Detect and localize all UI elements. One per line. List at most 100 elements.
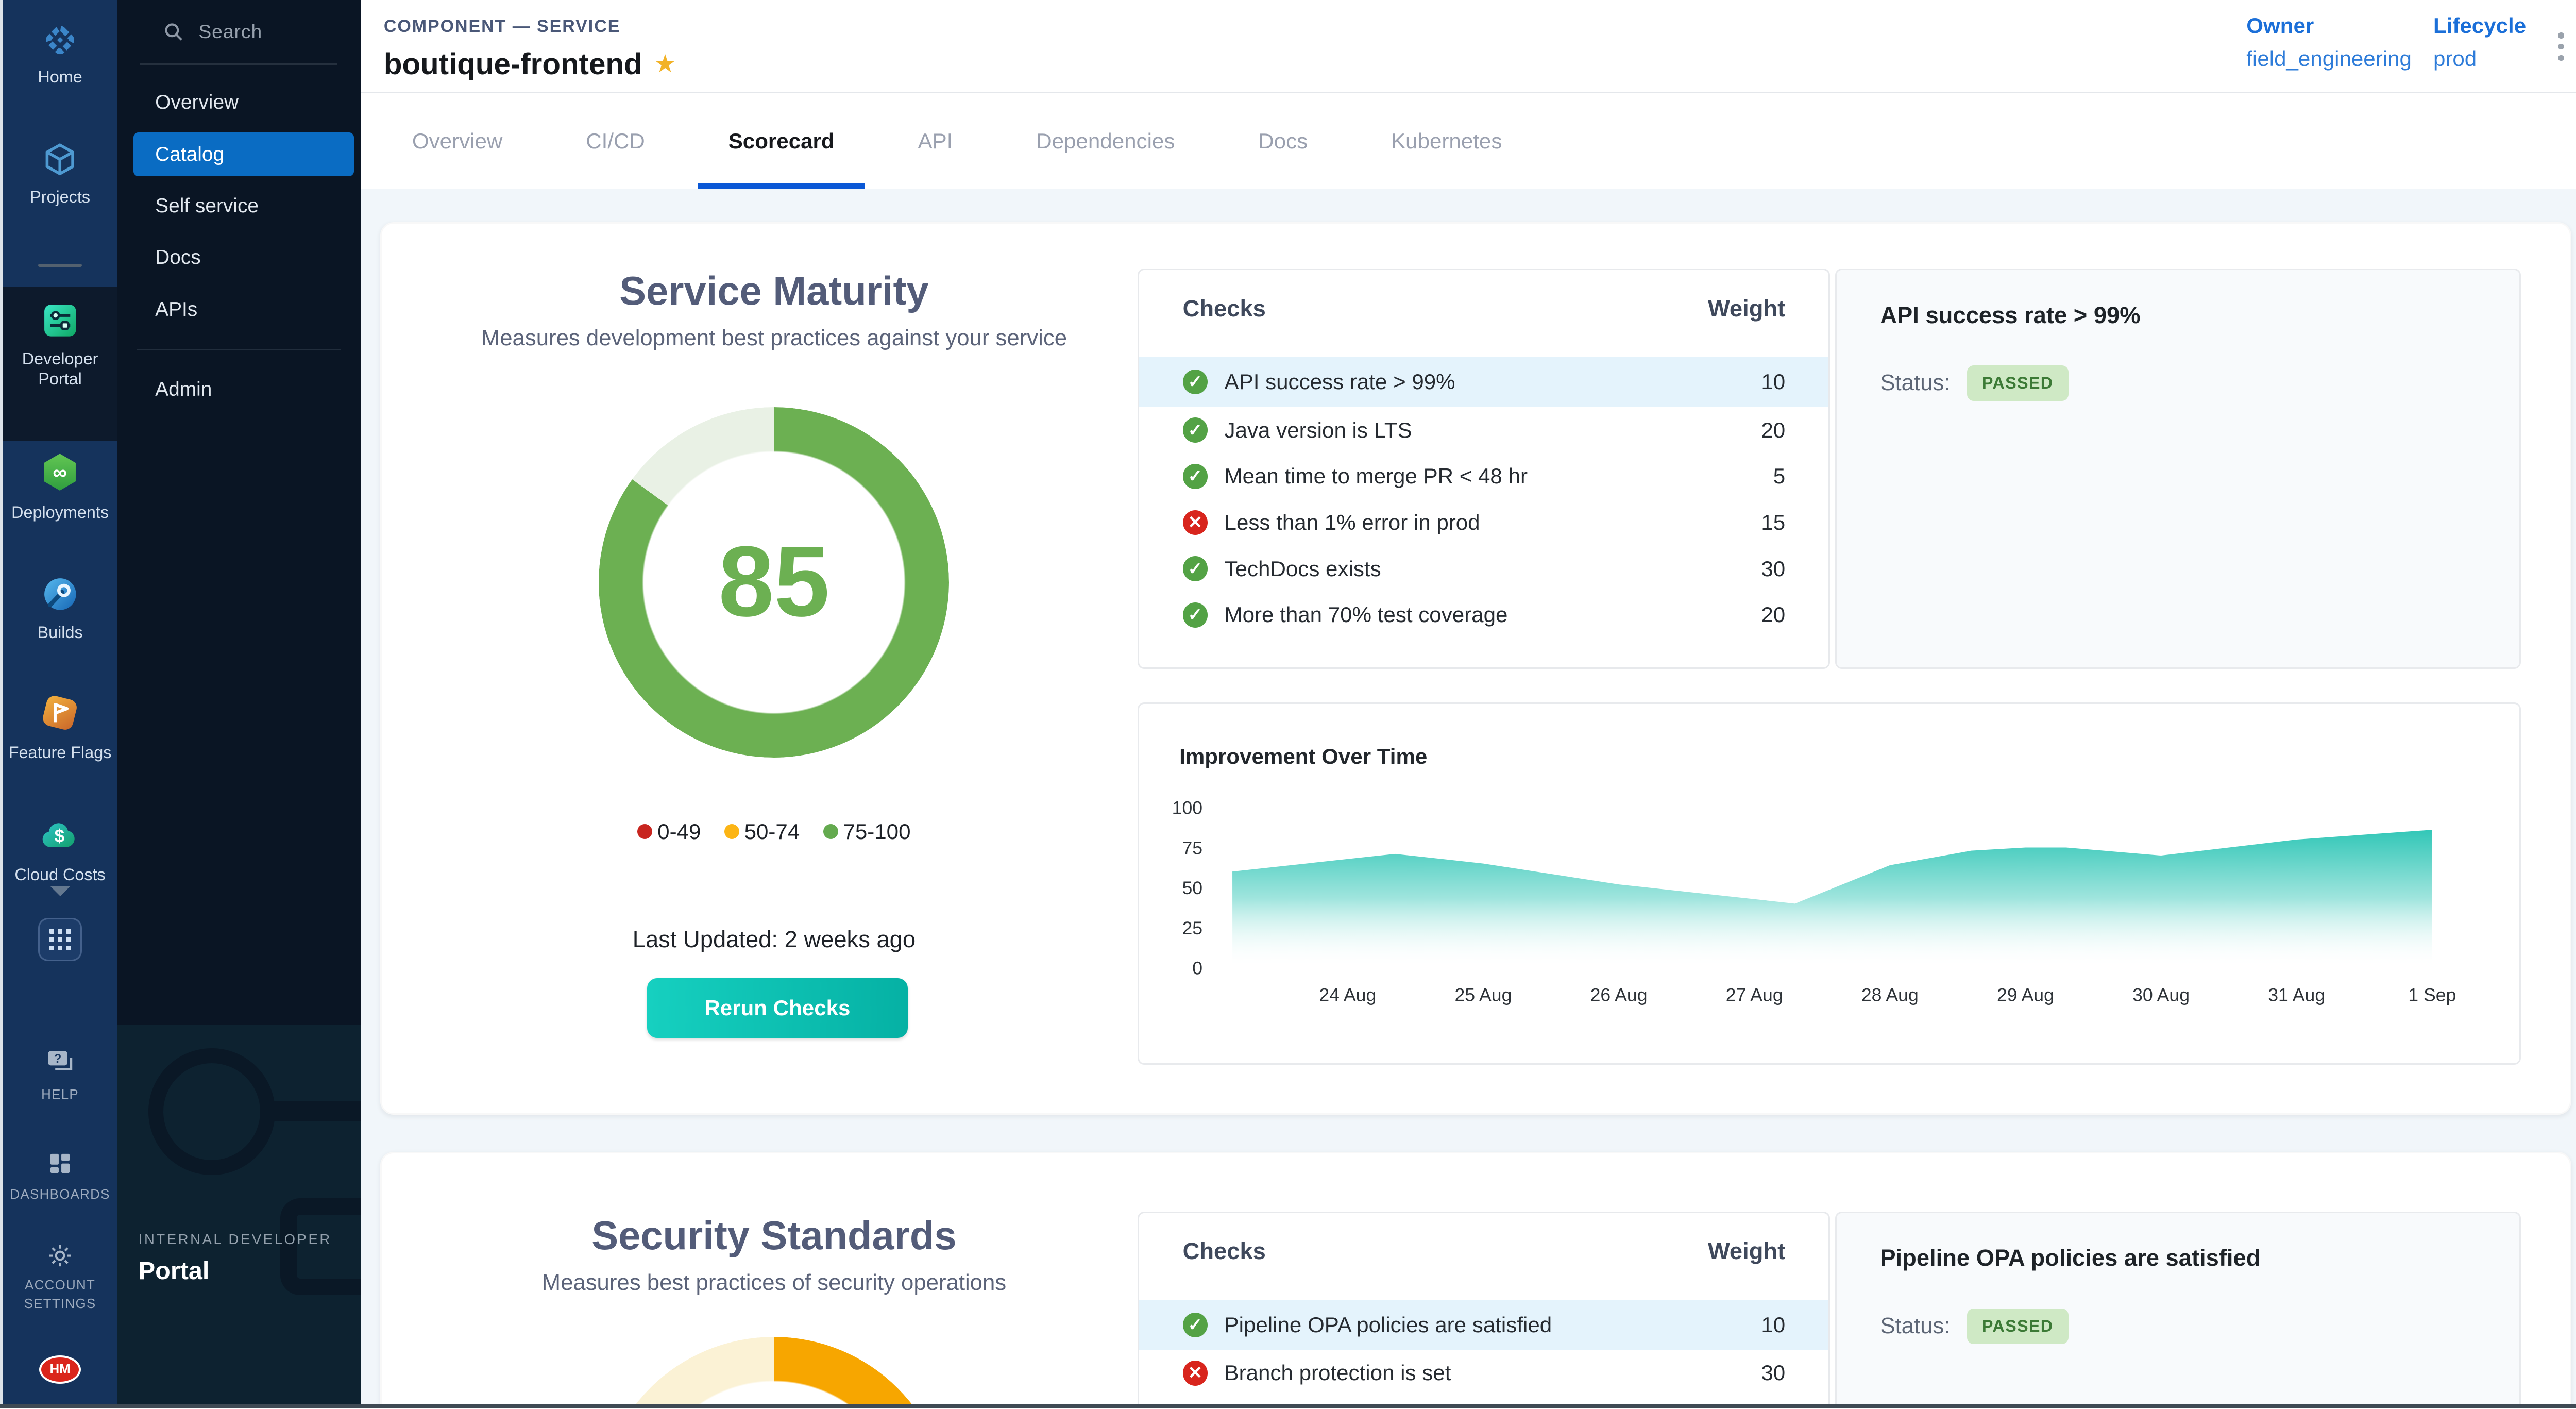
checks-panel: Checks Weight ✓API success rate > 99%10✓… — [1138, 269, 1830, 669]
check-failed-icon: ✕ — [1183, 510, 1208, 535]
feature-flags-icon — [38, 691, 81, 734]
owner-value[interactable]: field_engineering — [2246, 46, 2413, 71]
svg-text:75: 75 — [1182, 838, 1203, 859]
svg-text:100: 100 — [1172, 798, 1202, 818]
rail-label: Deployments — [11, 502, 109, 523]
check-detail-panel: Pipeline OPA policies are satisfied Stat… — [1835, 1212, 2521, 1408]
check-label: TechDocs exists — [1225, 557, 1381, 581]
avatar: HM — [39, 1355, 81, 1384]
check-row[interactable]: ✕Branch protection is set30 — [1139, 1350, 1828, 1396]
rail-expand-chevron[interactable] — [3, 886, 116, 896]
lifecycle-value[interactable]: prod — [2433, 46, 2526, 71]
check-row[interactable]: ✕Less than 1% error in prod15 — [1139, 499, 1828, 546]
sidebar-item-dashboards[interactable]: DASHBOARDS — [3, 1148, 116, 1205]
checks-rows: ✓API success rate > 99%10✓Java version i… — [1139, 357, 1828, 639]
sidebar-item-help[interactable]: ? HELP — [3, 1047, 116, 1105]
rerun-checks-button[interactable]: Rerun Checks — [647, 978, 907, 1038]
check-weight: 30 — [1761, 1361, 1785, 1385]
check-weight: 15 — [1761, 510, 1785, 535]
grid-icon — [38, 918, 81, 961]
section-title: Service Maturity — [382, 269, 1166, 314]
status-label: Status: — [1880, 370, 1950, 396]
improvement-chart-card: Improvement Over Time 025507510024 Aug25… — [1138, 702, 2521, 1065]
more-options-icon[interactable] — [2553, 30, 2569, 63]
search-placeholder: Search — [198, 21, 262, 43]
checks-panel: Checks Weight ✓Pipeline OPA policies are… — [1138, 1212, 1830, 1408]
scorecard-content: Service Maturity Measures development be… — [361, 189, 2576, 1408]
tab-scorecard[interactable]: Scorecard — [698, 93, 864, 189]
svg-text:∞: ∞ — [53, 462, 67, 484]
user-avatar[interactable]: HM — [3, 1355, 116, 1384]
tab-ci-cd[interactable]: CI/CD — [556, 93, 675, 189]
status-label: Status: — [1880, 1313, 1950, 1339]
status-badge: PASSED — [1967, 1309, 2069, 1344]
sidebar-item-projects[interactable]: Projects — [3, 140, 116, 207]
tab-bar: OverviewCI/CDScorecard API DependenciesDoc… — [361, 93, 2576, 189]
favorite-star-icon[interactable]: ★ — [654, 49, 676, 78]
tab-docs[interactable]: Docs — [1228, 93, 1337, 189]
breadcrumb: COMPONENT — SERVICE — [384, 16, 620, 37]
check-passed-icon: ✓ — [1183, 464, 1208, 489]
rail-label: DASHBOARDS — [10, 1185, 110, 1205]
tab-overview[interactable]: Overview — [382, 93, 533, 189]
tab-kubernetes[interactable]: Kubernetes — [1361, 93, 1532, 189]
check-detail-title: API success rate > 99% — [1837, 270, 2519, 329]
sidebar-item-builds[interactable]: Builds — [3, 574, 116, 643]
footer-kicker: INTERNAL DEVELOPER — [139, 1231, 332, 1248]
tab-dependencies[interactable]: Dependencies — [1006, 93, 1205, 189]
sidebar-item-admin[interactable]: Admin — [117, 364, 361, 415]
sidebar-item-self-service[interactable]: Self service — [117, 180, 361, 232]
svg-text:$: $ — [55, 826, 65, 846]
sidebar-item-cloud-costs[interactable]: $ Cloud Costs — [3, 813, 116, 884]
sidebar-item-apis[interactable]: APIs — [117, 284, 361, 336]
sidebar-item-docs[interactable]: Docs — [117, 232, 361, 283]
sidebar-item-account-settings[interactable]: ACCOUNTSETTINGS — [3, 1242, 116, 1313]
divider — [140, 63, 337, 65]
check-row[interactable]: ✓Java version is LTS20 — [1139, 407, 1828, 454]
bottom-edge — [0, 1404, 2576, 1409]
improvement-area-chart: 025507510024 Aug25 Aug26 Aug27 Aug28 Aug… — [1139, 704, 2522, 1066]
sidebar-item-overview[interactable]: Overview — [117, 77, 361, 128]
check-row[interactable]: ✓More than 70% test coverage20 — [1139, 592, 1828, 638]
portal-sidebar: Search OverviewCatalogSelf serviceDocsAP… — [117, 0, 361, 1408]
module-selector-button[interactable] — [3, 918, 116, 961]
rail-label: Feature Flags — [9, 743, 112, 763]
check-weight: 10 — [1761, 1313, 1785, 1337]
weight-column-header: Weight — [1708, 1238, 1785, 1265]
search-input[interactable]: Search — [117, 10, 361, 53]
check-passed-icon: ✓ — [1183, 556, 1208, 581]
checks-column-header: Checks — [1183, 295, 1266, 322]
rail-label: Builds — [37, 623, 82, 643]
sidebar-item-home[interactable]: Home — [3, 22, 116, 87]
check-row[interactable]: ✓TechDocs exists30 — [1139, 546, 1828, 592]
check-row[interactable]: ✓Pipeline OPA policies are satisfied10 — [1139, 1300, 1828, 1350]
section-title: Security Standards — [382, 1213, 1166, 1259]
sidebar-item-developer-portal[interactable]: DeveloperPortal — [3, 300, 116, 389]
deployments-icon: ∞ — [38, 450, 81, 494]
decorative-ring — [148, 1048, 275, 1175]
check-row[interactable]: ✓API success rate > 99%10 — [1139, 357, 1828, 407]
decorative-bar — [264, 1101, 361, 1121]
sidebar-item-deployments[interactable]: ∞ Deployments — [3, 450, 116, 522]
tab-api[interactable]: API — [888, 93, 982, 189]
sidebar-item-catalog[interactable]: Catalog — [133, 132, 353, 176]
lifecycle-block: Lifecycle prod — [2433, 13, 2526, 71]
checks-column-header: Checks — [1183, 1238, 1266, 1265]
projects-cube-icon — [41, 140, 79, 178]
svg-text:30 Aug: 30 Aug — [2133, 985, 2190, 1005]
sidebar-item-feature-flags[interactable]: Feature Flags — [3, 691, 116, 763]
help-chat-icon: ? — [43, 1047, 78, 1079]
svg-text:1 Sep: 1 Sep — [2409, 985, 2456, 1005]
svg-text:27 Aug: 27 Aug — [1726, 985, 1783, 1005]
svg-text:28 Aug: 28 Aug — [1861, 985, 1919, 1005]
check-passed-icon: ✓ — [1183, 602, 1208, 628]
check-row[interactable]: ✓Mean time to merge PR < 48 hr5 — [1139, 453, 1828, 499]
rail-label: HELP — [41, 1085, 79, 1105]
score-legend: 0-4950-7475-100 — [382, 819, 1166, 844]
check-detail-title: Pipeline OPA policies are satisfied — [1837, 1213, 2519, 1272]
builds-icon — [40, 574, 80, 614]
svg-text:25 Aug: 25 Aug — [1455, 985, 1512, 1005]
svg-text:25: 25 — [1182, 918, 1203, 938]
checks-rows: ✓Pipeline OPA policies are satisfied10✕B… — [1139, 1300, 1828, 1408]
check-weight: 20 — [1761, 602, 1785, 627]
